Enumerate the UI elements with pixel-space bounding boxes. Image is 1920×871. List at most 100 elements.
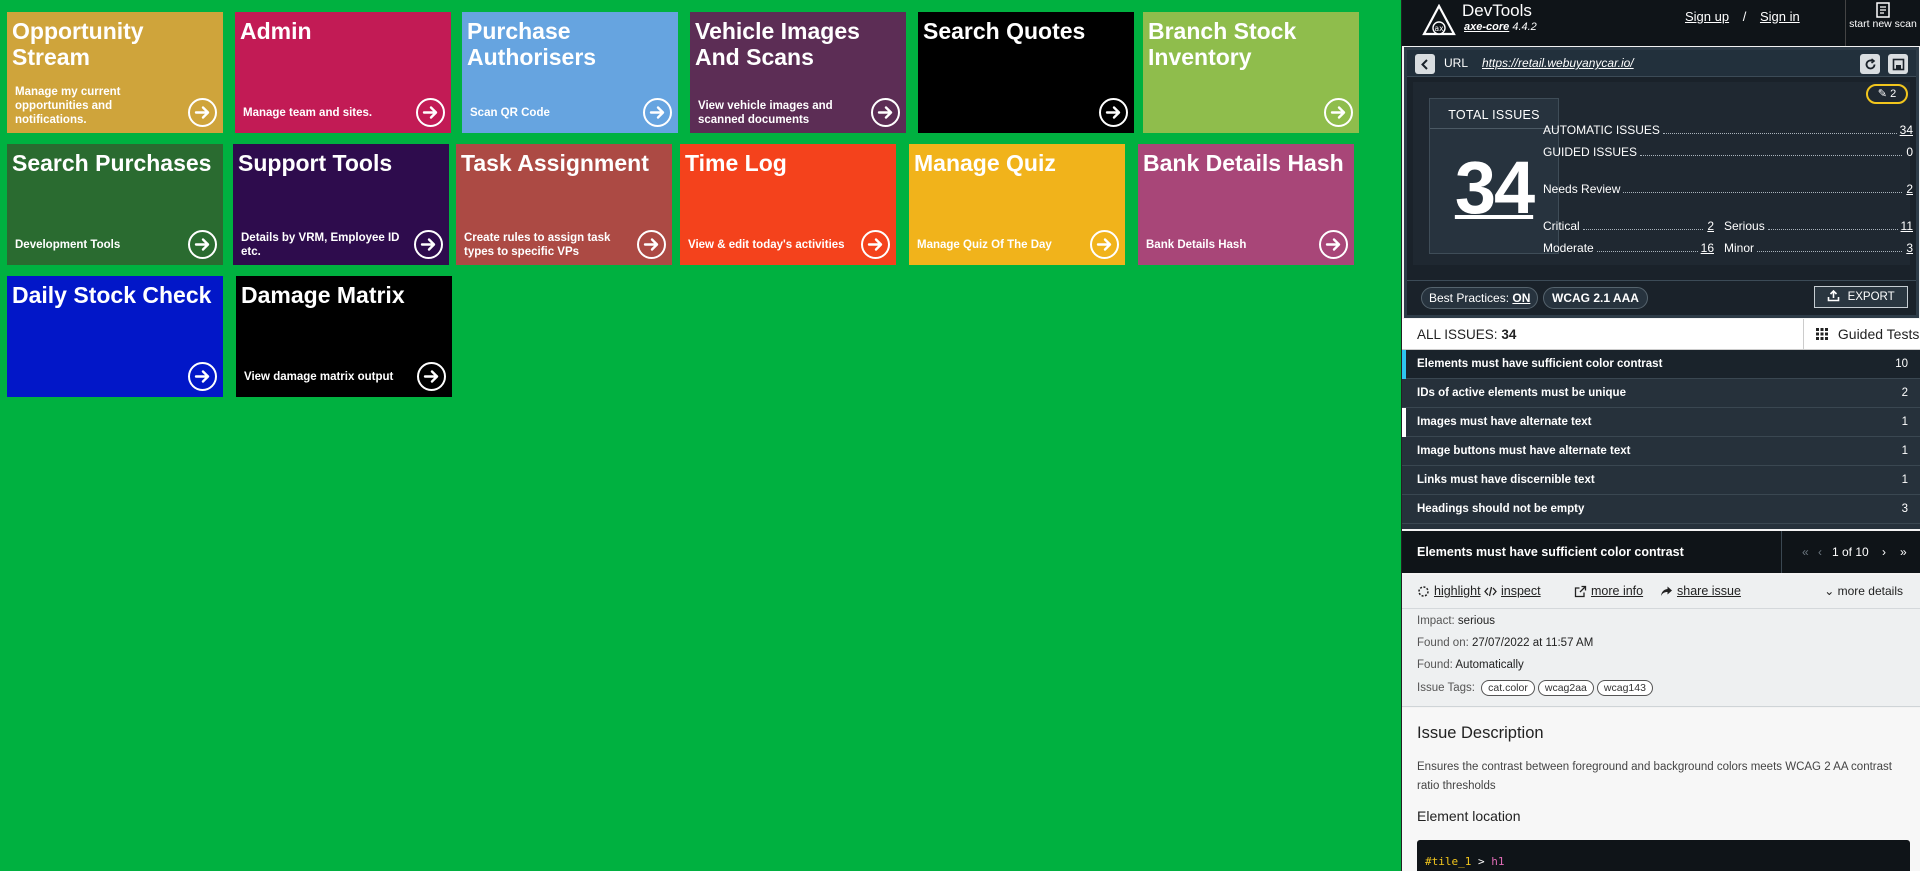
tile-task-assignment[interactable]: Task Assignment Create rules to assign ta… (456, 144, 672, 265)
devtools-header: ax DevTools axe-core 4.4.2 Sign up / Sig… (1402, 0, 1920, 46)
issue-row-label: IDs of active elements must be unique (1417, 387, 1626, 399)
code-icon (1484, 586, 1497, 596)
best-practices-toggle[interactable]: Best Practices: ON (1421, 287, 1539, 309)
arrow-right-icon[interactable] (643, 98, 672, 127)
minor-label: Minor (1724, 241, 1755, 255)
issue-metadata: Impact: serious Found on: 27/07/2022 at … (1402, 609, 1920, 707)
moderate-stat: Moderate 16 (1543, 241, 1714, 255)
arrow-right-icon[interactable] (871, 98, 900, 127)
rescan-button[interactable] (1860, 54, 1880, 74)
arrow-right-icon[interactable] (416, 98, 445, 127)
tile-title: Branch Stock Inventory (1148, 18, 1297, 70)
upload-icon (1828, 289, 1840, 302)
issue-row[interactable]: Headings should not be empty 3 (1402, 495, 1920, 524)
moderate-label: Moderate (1543, 241, 1594, 255)
issue-description-text: Ensures the contrast between foreground … (1417, 761, 1892, 792)
issue-description-section: Issue Description Ensures the contrast b… (1402, 708, 1920, 871)
tile-manage-quiz[interactable]: Manage Quiz Manage Quiz Of The Day (909, 144, 1125, 265)
tile-title: Opportunity Stream (12, 18, 144, 70)
tile-description: Manage team and sites. (243, 107, 373, 119)
total-issues-label: TOTAL ISSUES (1430, 99, 1558, 129)
arrow-right-icon[interactable] (188, 98, 217, 127)
export-button[interactable]: EXPORT (1814, 286, 1908, 308)
issue-detail-header: Elements must have sufficient color cont… (1402, 531, 1920, 573)
issue-row-label: Headings should not be empty (1417, 503, 1585, 515)
issue-row[interactable]: IDs of active elements must be unique 2 (1402, 379, 1920, 408)
arrow-right-icon[interactable] (637, 230, 666, 259)
arrow-right-icon[interactable] (1090, 230, 1119, 259)
element-location-code[interactable]: #tile_1 > h1 (1417, 840, 1910, 871)
back-button[interactable] (1415, 54, 1435, 74)
arrow-right-icon[interactable] (1099, 98, 1128, 127)
inspect-action[interactable]: inspect (1484, 584, 1541, 598)
moderate-count[interactable]: 16 (1701, 241, 1714, 255)
url-bar: URL https://retail.webuyanycar.io/ (1407, 50, 1916, 77)
scanned-url-link[interactable]: https://retail.webuyanycar.io/ (1482, 56, 1634, 70)
issue-pager: « ‹ 1 of 10 › » (1781, 531, 1920, 573)
tile-title: Task Assignment (461, 150, 649, 176)
next-page-icon[interactable]: › (1882, 531, 1886, 573)
critical-label: Critical (1543, 219, 1580, 233)
highlight-action[interactable]: highlight (1417, 584, 1481, 598)
first-page-icon[interactable]: « (1802, 531, 1809, 573)
sign-in-link[interactable]: Sign in (1760, 9, 1800, 24)
share-issue-action[interactable]: share issue (1660, 584, 1741, 598)
sign-up-link[interactable]: Sign up (1685, 9, 1729, 24)
arrow-right-icon[interactable] (1319, 230, 1348, 259)
serious-count[interactable]: 11 (1901, 219, 1913, 233)
tile-vehicle-images-and-scans[interactable]: Vehicle Images And Scans View vehicle ima… (690, 12, 906, 133)
tile-purchase-authorisers[interactable]: Purchase Authorisers Scan QR Code (462, 12, 678, 133)
tile-search-quotes[interactable]: Search Quotes (918, 12, 1134, 133)
arrow-right-icon[interactable] (417, 362, 446, 391)
edit-count-badge[interactable]: ✎ 2 (1866, 84, 1908, 104)
issue-row[interactable]: Elements must have sufficient color cont… (1402, 350, 1920, 379)
critical-count[interactable]: 2 (1706, 219, 1714, 233)
tile-title: Daily Stock Check (12, 282, 212, 308)
arrow-right-icon[interactable] (414, 230, 443, 259)
issue-row[interactable]: Images must have alternate text 1 (1402, 408, 1920, 437)
tile-time-log[interactable]: Time Log View & edit today's activities (680, 144, 896, 265)
share-icon (1661, 586, 1672, 596)
issue-tag: cat.color (1481, 680, 1535, 696)
all-issues-tab[interactable]: ALL ISSUES: 34 (1417, 327, 1516, 342)
tile-support-tools[interactable]: Support Tools Details by VRM, Employee ID… (233, 144, 449, 265)
tile-description: Manage Quiz Of The Day (917, 239, 1052, 251)
issue-row-count: 3 (1901, 503, 1908, 515)
axe-core-link[interactable]: axe-core (1464, 21, 1509, 33)
automatic-issues-label: AUTOMATIC ISSUES (1543, 123, 1660, 137)
tile-damage-matrix[interactable]: Damage Matrix View damage matrix output (236, 276, 452, 397)
needs-review-count[interactable]: 2 (1905, 182, 1913, 196)
more-details-toggle[interactable]: ⌄ more details (1824, 584, 1903, 598)
save-scan-button[interactable] (1888, 54, 1908, 74)
tile-description (15, 363, 177, 391)
scan-summary-section: URL https://retail.webuyanycar.io/ ✎ 2 T… (1404, 47, 1919, 318)
minor-count[interactable]: 3 (1905, 241, 1913, 255)
tile-opportunity-stream[interactable]: Opportunity Stream Manage my current oppo… (7, 12, 223, 133)
automatic-issues-count[interactable]: 34 (1900, 123, 1913, 137)
start-new-scan-button[interactable]: start new scan (1845, 0, 1920, 46)
last-page-icon[interactable]: » (1900, 531, 1907, 573)
tile-bank-details-hash[interactable]: Bank Details Hash Bank Details Hash (1138, 144, 1354, 265)
more-info-action[interactable]: more info (1574, 584, 1643, 598)
arrow-right-icon[interactable] (1324, 98, 1353, 127)
tile-daily-stock-check[interactable]: Daily Stock Check (7, 276, 223, 397)
tile-admin[interactable]: Admin Manage team and sites. (235, 12, 451, 133)
issue-row[interactable]: Links must have discernible text 1 (1402, 466, 1920, 495)
version-number: 4.4.2 (1512, 21, 1537, 33)
tile-branch-stock-inventory[interactable]: Branch Stock Inventory (1143, 12, 1359, 133)
tile-search-purchases[interactable]: Search Purchases Development Tools (7, 144, 223, 265)
arrow-right-icon[interactable] (188, 362, 217, 391)
guided-tests-tab[interactable]: Guided Tests (1803, 319, 1920, 350)
prev-page-icon[interactable]: ‹ (1818, 531, 1822, 573)
total-issues-count[interactable]: 34 (1430, 129, 1558, 247)
wcag-level-selector[interactable]: WCAG 2.1 AAA (1543, 287, 1648, 309)
issue-list: Elements must have sufficient color cont… (1402, 350, 1920, 529)
issue-row[interactable]: Image buttons must have alternate text 1 (1402, 437, 1920, 466)
total-issues-box: TOTAL ISSUES 34 (1429, 98, 1559, 254)
arrow-left-icon (1420, 58, 1428, 70)
arrow-right-icon[interactable] (188, 230, 217, 259)
arrow-right-icon[interactable] (861, 230, 890, 259)
found-on-line: Found on: 27/07/2022 at 11:57 AM (1417, 637, 1594, 649)
tile-description: Scan QR Code (470, 107, 550, 119)
serious-label: Serious (1724, 219, 1765, 233)
